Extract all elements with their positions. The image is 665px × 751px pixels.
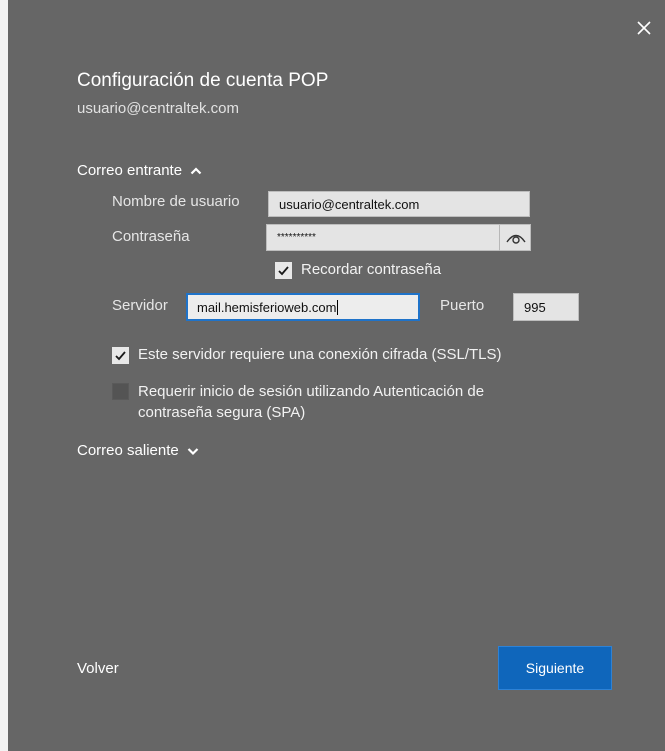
ssl-required-check [112,347,129,364]
ssl-required-label: Este servidor requiere una conexión cifr… [138,346,502,363]
chevron-down-icon [187,447,198,455]
eye-icon [505,234,526,244]
outgoing-mail-header: Correo saliente [77,442,179,459]
port-value: 995 [524,299,546,315]
server-value: mail.hemisferioweb.com [197,299,337,315]
show-password-button[interactable] [499,225,531,251]
spa-required-checkbox[interactable]: Requerir inicio de sesión utilizando Aut… [112,381,484,423]
pop-account-settings-dialog: Configuración de cuenta POP usuario@cent… [8,0,665,751]
ssl-required-checkbox[interactable]: Este servidor requiere una conexión cifr… [112,346,502,364]
username-value: usuario@centraltek.com [279,196,420,212]
spa-required-check [112,383,129,400]
username-label: Nombre de usuario [112,193,240,210]
incoming-mail-header: Correo entrante [77,162,183,179]
username-input[interactable]: usuario@centraltek.com [268,191,530,217]
close-icon [637,21,651,35]
close-button[interactable] [632,16,656,40]
password-label: Contraseña [112,228,190,245]
spa-label-line2: contraseña segura (SPA) [138,404,306,421]
outgoing-mail-section-toggle[interactable]: Correo saliente [77,442,199,459]
spa-label-line1: Requerir inicio de sesión utilizando Aut… [138,383,485,400]
checkmark-icon [115,351,126,361]
checkmark-icon [278,266,289,276]
account-email: usuario@centraltek.com [77,100,239,117]
incoming-mail-section-toggle[interactable]: Correo entrante [77,162,202,179]
password-value: ********** [277,232,316,243]
dialog-title: Configuración de cuenta POP [77,70,329,91]
server-label: Servidor [112,297,168,314]
remember-password-label: Recordar contraseña [301,261,442,278]
port-input[interactable]: 995 [513,293,579,321]
text-cursor [337,299,339,315]
back-link[interactable]: Volver [77,660,119,677]
remember-password-check [275,262,292,279]
spa-required-label: Requerir inicio de sesión utilizando Aut… [138,381,484,423]
port-label: Puerto [440,297,485,314]
server-input[interactable]: mail.hemisferioweb.com [186,293,420,321]
next-button[interactable]: Siguiente [498,646,612,690]
remember-password-checkbox[interactable]: Recordar contraseña [275,261,441,279]
password-input[interactable]: ********** [266,224,531,251]
chevron-up-icon [190,166,202,174]
